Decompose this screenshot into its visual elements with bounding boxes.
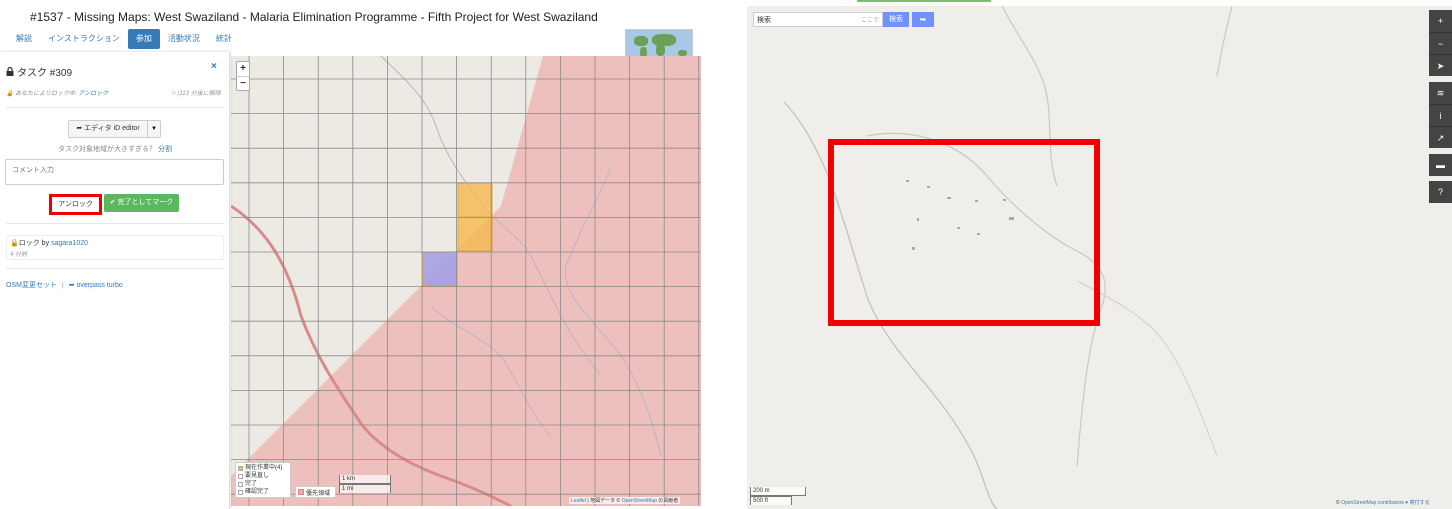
external-links: OSM変更セット | ➦ overpass turbo — [6, 282, 123, 289]
task-working-1 — [457, 182, 493, 218]
divider — [6, 268, 224, 269]
task-working-2 — [457, 216, 493, 252]
legend-swatch — [238, 489, 243, 495]
tab-contribute[interactable]: 参加 — [127, 29, 160, 49]
note-icon[interactable]: ▬ — [1429, 154, 1452, 176]
highlight-box — [828, 139, 1100, 326]
unlock-button[interactable]: アンロック — [49, 194, 102, 215]
map-controls-zoom: + − ➤ — [1429, 10, 1452, 76]
map-controls-help: ? — [1429, 181, 1452, 203]
task-map-canvas — [231, 56, 701, 506]
map-controls-notes: ▬ — [1429, 154, 1452, 176]
task-heading: タスク #309 — [6, 64, 72, 79]
help-icon[interactable]: ? — [1429, 181, 1452, 203]
osm-progress-bar — [857, 0, 991, 2]
priority-legend: 優先領域 — [295, 486, 336, 498]
osm-attribution: © OpenStreetMap contributors ♥ 寄付する — [1336, 500, 1430, 506]
layers-icon[interactable]: ≋ — [1429, 82, 1452, 104]
osm-scale: 200 m 500 ft — [750, 487, 806, 505]
external-link-icon: ➦ — [68, 282, 75, 289]
scale-ft: 500 ft — [750, 496, 792, 505]
tab-description[interactable]: 解説 — [8, 29, 40, 49]
legend-item: 完了 — [238, 480, 288, 488]
divider — [6, 107, 224, 108]
tab-activity[interactable]: 活動状況 — [160, 29, 208, 49]
clock-icon: ⏲ — [171, 91, 176, 97]
lock-icon — [6, 67, 14, 76]
history-user[interactable]: sagara1020 — [51, 240, 88, 247]
legend-item: 現在作業中(4) — [238, 464, 288, 472]
task-map[interactable] — [231, 56, 701, 506]
osm-contributors-link[interactable]: OpenStreetMap contributors — [1341, 500, 1404, 506]
directions-icon[interactable]: ➥ — [912, 12, 934, 27]
comment-field[interactable] — [5, 159, 224, 185]
scale-m: 200 m — [750, 487, 806, 496]
screenshot-root: #1537 - Missing Maps: West Swaziland - M… — [0, 0, 1452, 509]
scale-km: 1 km — [339, 475, 391, 484]
overpass-link[interactable]: overpass turbo — [77, 282, 123, 289]
tab-stats[interactable]: 統計 — [208, 29, 240, 49]
geolocate-icon[interactable]: ➤ — [1429, 54, 1452, 76]
priority-swatch — [298, 489, 304, 495]
project-tabs: 解説 インストラクション 参加 活動状況 統計 — [8, 29, 240, 49]
legend-item: 要見直し — [238, 472, 288, 480]
changesets-link[interactable]: OSM変更セット — [6, 282, 57, 289]
task-history-entry: 🔒ロック by sagara1020 4 分前 — [6, 235, 224, 260]
small-lock-icon: 🔒 — [10, 240, 19, 247]
osm-editor-map[interactable]: 検索 ここで 検索 ➥ + − ➤ ≋ i ↗ ▬ ? 200 m 500 ft… — [747, 6, 1452, 509]
history-time: 4 分前 — [10, 252, 28, 258]
zoom-out-button[interactable]: − — [1429, 32, 1452, 54]
info-icon[interactable]: i — [1429, 104, 1452, 126]
lock-timeout: ⏲ (113 分後に解除 — [171, 91, 221, 97]
lock-status: 🔒 あなたによりロック中. アンロック — [6, 91, 109, 97]
tasking-manager-window: #1537 - Missing Maps: West Swaziland - M… — [0, 0, 705, 509]
legend-swatch — [238, 473, 243, 479]
legend-item: 確認完了 — [238, 488, 288, 496]
unlock-link[interactable]: アンロック — [78, 91, 108, 97]
legend-swatch — [238, 481, 243, 487]
legend-swatch — [238, 465, 243, 471]
zoom-in-button[interactable]: + — [237, 62, 249, 76]
project-title: #1537 - Missing Maps: West Swaziland - M… — [30, 10, 598, 24]
scale-mi: 1 mi — [339, 484, 391, 493]
search-input[interactable]: 検索 ここで — [753, 12, 883, 27]
mark-done-button[interactable]: ✔ 完了としてマーク — [104, 194, 179, 212]
search-button[interactable]: 検索 — [883, 12, 909, 27]
split-hint: タスク対象地域が大きすぎる？ 分割 — [58, 146, 172, 153]
divider — [6, 223, 224, 224]
priority-area-polygon — [231, 56, 701, 506]
leaflet-link[interactable]: Leaflet — [571, 498, 586, 504]
map-zoom-control: + − — [236, 61, 250, 91]
editor-button[interactable]: ➦ エディタ iD editor — [68, 120, 148, 138]
osm-link[interactable]: OpenStreetMap — [622, 498, 657, 504]
map-legend: 現在作業中(4) 要見直し 完了 確認完了 — [235, 462, 291, 498]
map-scale: 1 km 1 mi — [339, 475, 391, 493]
close-icon[interactable]: × — [211, 61, 217, 72]
task-locked-self — [422, 251, 458, 287]
zoom-in-button[interactable]: + — [1429, 10, 1452, 32]
donate-link[interactable]: ♥ 寄付する — [1405, 500, 1429, 506]
zoom-out-button[interactable]: − — [237, 76, 249, 90]
path-far-ne — [1216, 6, 1233, 77]
map-attribution: Leaflet | 地図データ © OpenStreetMap の貢献者 — [569, 497, 681, 504]
chevron-down-icon[interactable]: ▼ — [147, 120, 161, 138]
small-lock-icon: 🔒 — [6, 91, 14, 97]
map-controls-layers: ≋ i ↗ — [1429, 82, 1452, 148]
split-link[interactable]: 分割 — [158, 146, 172, 153]
tab-instructions[interactable]: インストラクション — [40, 29, 128, 49]
task-panel: タスク #309 × 🔒 あなたによりロック中. アンロック ⏲ (113 分後… — [0, 52, 230, 509]
share-icon[interactable]: ↗ — [1429, 126, 1452, 148]
